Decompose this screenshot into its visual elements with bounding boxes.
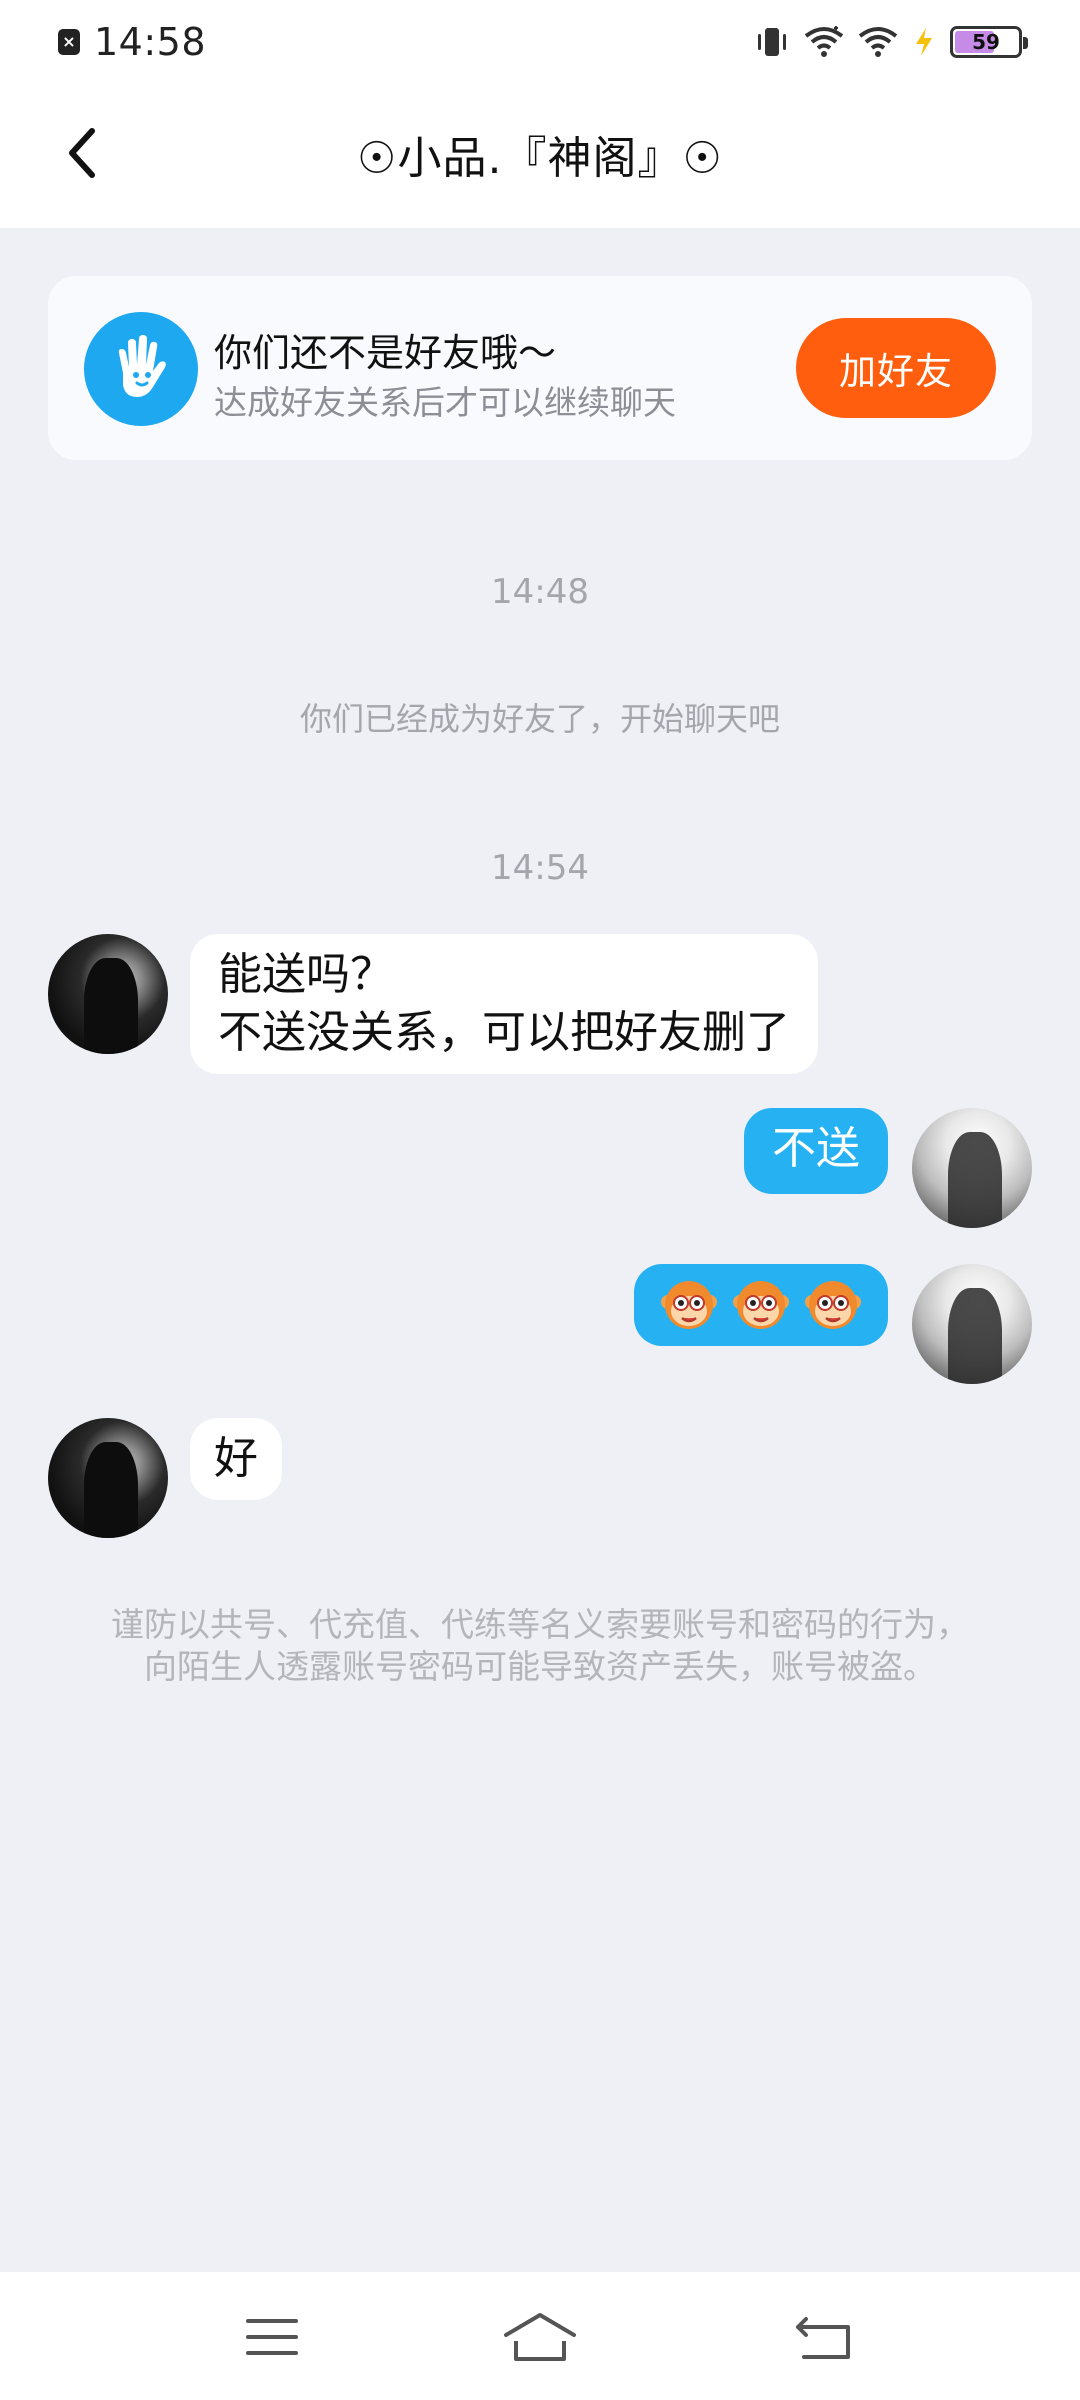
back-nav-button[interactable] [784,2302,864,2372]
menu-icon [246,2319,298,2355]
back-icon [796,2317,850,2359]
message-bubble-incoming[interactable]: 好 [190,1418,282,1500]
notification-icon: × [58,29,80,55]
message-bubble-outgoing[interactable]: 不送 [744,1108,888,1194]
friend-request-banner: 你们还不是好友哦～ 达成好友关系后才可以继续聊天 加好友 [48,276,1032,460]
security-warning: 谨防以共号、代充值、代练等名义索要账号和密码的行为，向陌生人透露账号密码可能导致… [111,1605,969,1686]
charging-icon [916,28,932,56]
banner-subtitle: 达成好友关系后才可以继续聊天 [214,383,676,422]
message-bubble-outgoing-emoji[interactable] [634,1264,888,1346]
battery-icon: 59 [950,26,1028,58]
home-button[interactable] [500,2302,580,2372]
page-title: ☉小品.『神阁』☉ [357,133,723,184]
timestamp: 14:48 [491,572,589,612]
message-line: 能送吗？ [218,949,394,1000]
my-avatar[interactable] [912,1108,1032,1228]
monkey-face-emoji [661,1281,717,1329]
add-friend-button[interactable]: 加好友 [796,318,996,418]
home-icon [504,2313,576,2361]
message-text: 不送 [772,1123,860,1174]
system-message: 你们已经成为好友了，开始聊天吧 [299,700,780,738]
peer-avatar[interactable] [48,1418,168,1538]
peer-avatar[interactable] [48,934,168,1054]
banner-title: 你们还不是好友哦～ [214,331,557,375]
status-bar: × 14:58 59 [0,0,1080,84]
message-line: 不送没关系，可以把好友删了 [218,1007,790,1058]
message-bubble-incoming[interactable]: 能送吗？ 不送没关系，可以把好友删了 [190,934,818,1074]
my-avatar[interactable] [912,1264,1032,1384]
status-time: 14:58 [94,20,207,64]
wifi-icon [804,26,844,57]
menu-button[interactable] [232,2302,312,2372]
monkey-face-emoji [805,1281,861,1329]
battery-level: 59 [972,30,1000,54]
chat-screen: × 14:58 59 ☉小品.『神阁』☉ 你们还不是好友哦～ 达成好友关系后才可… [0,0,1080,2400]
status-left: × 14:58 [58,18,206,66]
hand-wave-icon [84,312,198,426]
vibrate-icon [758,28,786,56]
monkey-face-emoji [733,1281,789,1329]
status-right: 59 [754,22,1028,62]
wifi-icon-2 [858,27,898,57]
timestamp: 14:54 [491,848,589,888]
message-text: 好 [214,1433,258,1484]
system-nav-bar [0,2272,1080,2400]
chat-header: ☉小品.『神阁』☉ [0,84,1080,228]
